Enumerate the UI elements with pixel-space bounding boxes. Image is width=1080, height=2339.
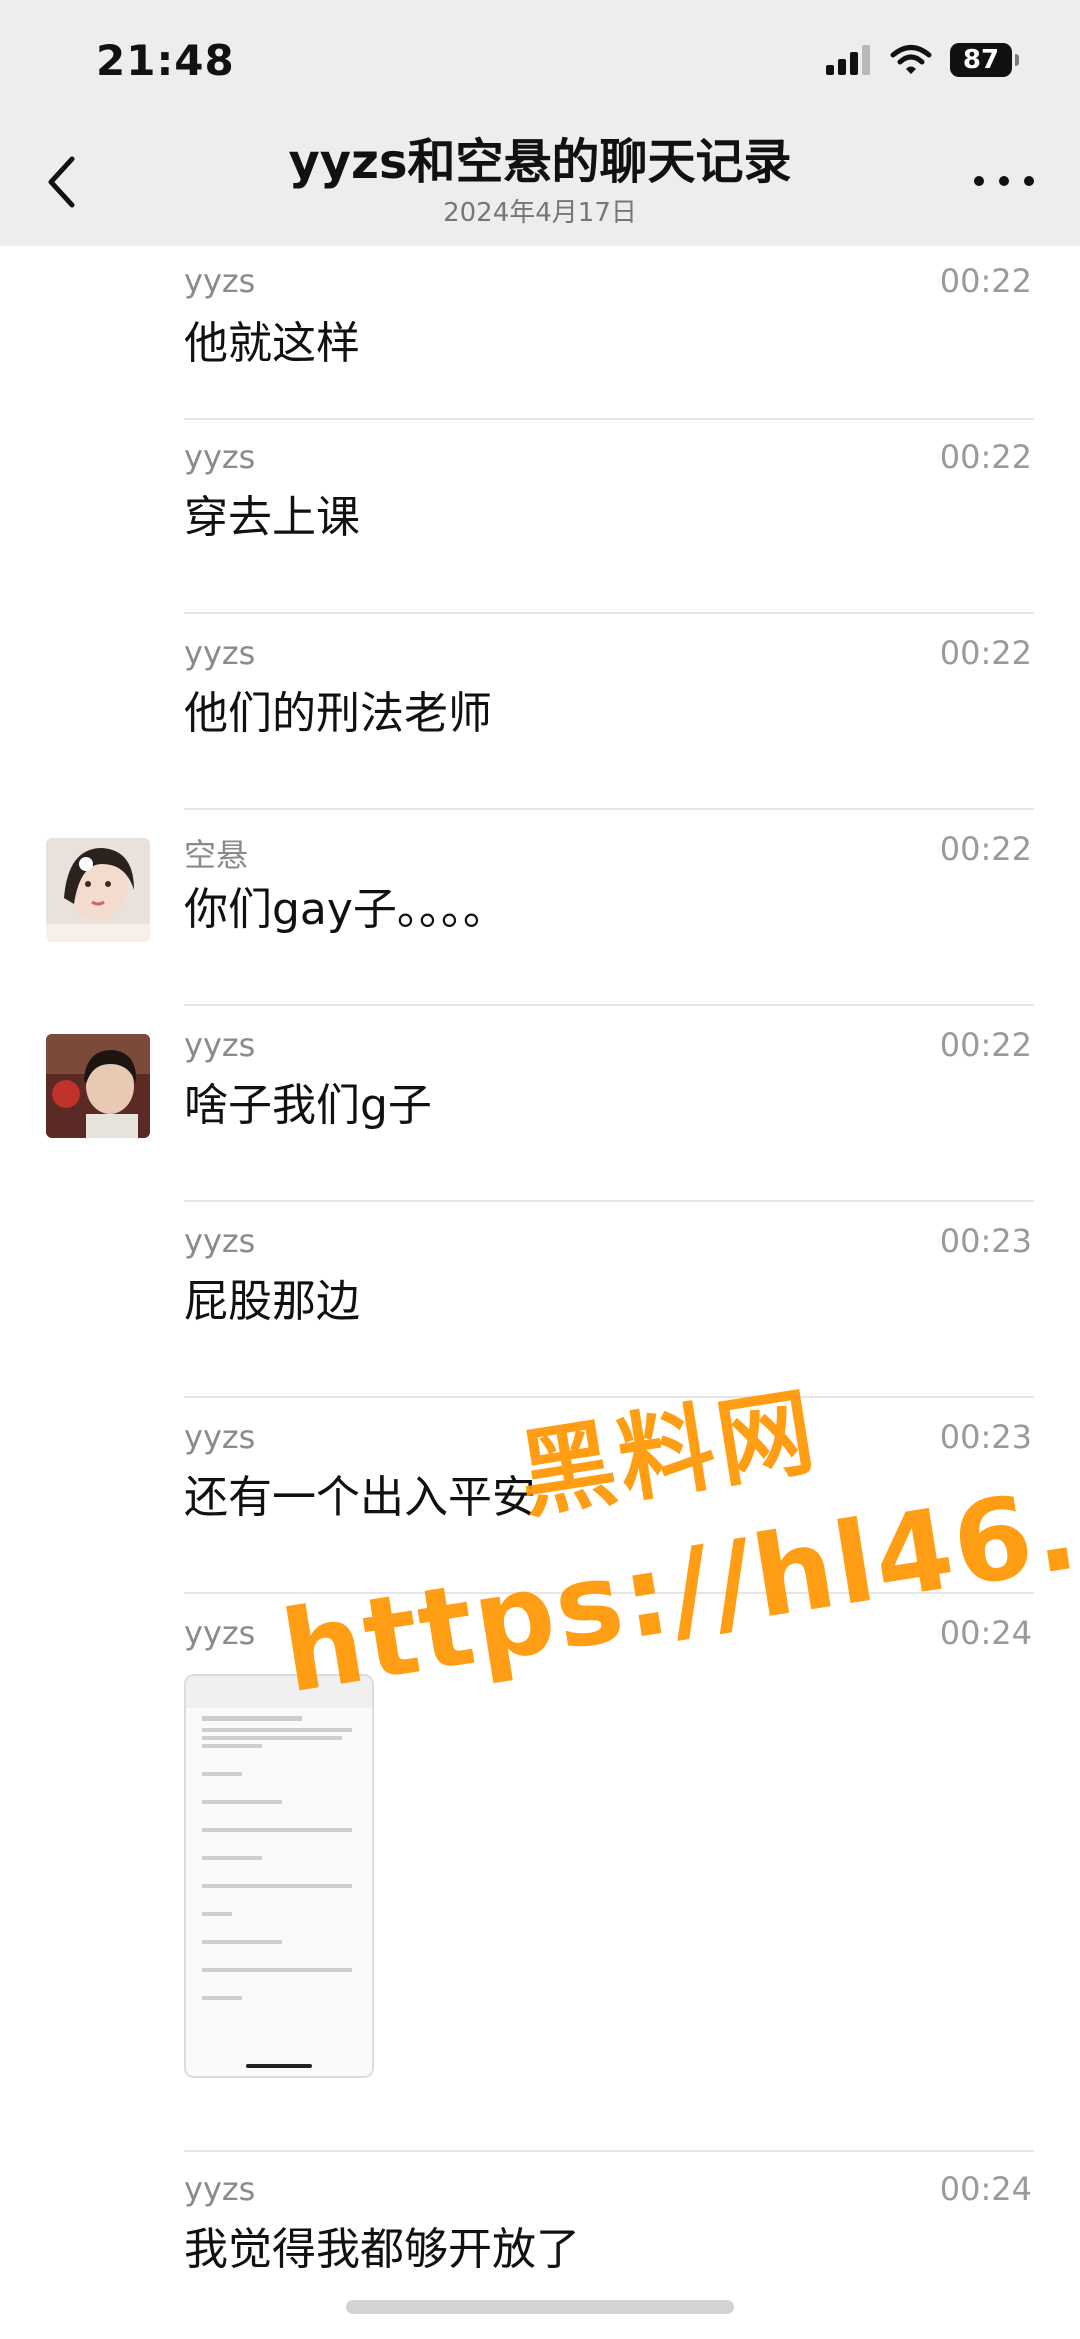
message-sender: yyzs [184, 1222, 256, 1260]
battery-icon: 87 [950, 43, 1019, 77]
dot-icon [1024, 176, 1034, 186]
message-sender: yyzs [184, 438, 256, 476]
message-time: 00:23 [939, 1418, 1032, 1456]
message-sender: yyzs [184, 262, 256, 300]
message-time: 00:22 [939, 830, 1032, 868]
message-text: 穿去上课 [184, 492, 360, 543]
message-sender: yyzs [184, 634, 256, 672]
avatar-photo-icon [46, 1034, 150, 1138]
title-area: yyzs和空悬的聊天记录 2024年4月17日 [0, 132, 1080, 230]
wifi-icon [890, 45, 932, 74]
message-text: 他就这样 [184, 318, 360, 369]
avatar[interactable] [46, 1034, 150, 1138]
chat-history-screen: 21:48 87 yyzs和空悬的聊天记录 2024年4月17日 yyzs 00… [0, 0, 1080, 2339]
message-sender: 空悬 [184, 836, 249, 874]
page-subtitle: 2024年4月17日 [443, 198, 637, 228]
screenshot-image [186, 1676, 372, 2076]
message-text: 啥子我们g子 [184, 1080, 432, 1131]
message-item[interactable]: yyzs 00:22 啥子我们g子 [0, 1006, 1080, 1202]
dot-icon [999, 176, 1009, 186]
status-icons: 87 [826, 40, 1019, 80]
message-time: 00:22 [939, 634, 1032, 672]
message-item[interactable]: yyzs 00:22 穿去上课 [0, 418, 1080, 614]
home-indicator[interactable] [346, 2300, 734, 2314]
dot-icon [974, 176, 984, 186]
message-sender: yyzs [184, 2170, 256, 2208]
message-item[interactable]: yyzs 00:22 他就这样 [0, 246, 1080, 442]
message-item[interactable]: yyzs 00:22 他们的刑法老师 [0, 614, 1080, 810]
message-time: 00:24 [939, 1614, 1032, 1652]
message-text: 你们gay子。。。。 [184, 884, 507, 935]
message-time: 00:22 [939, 1026, 1032, 1064]
message-item[interactable]: 空悬 00:22 你们gay子。。。。 [0, 810, 1080, 1006]
message-time: 00:22 [939, 438, 1032, 476]
message-text: 我觉得我都够开放了 [184, 2224, 580, 2275]
message-text: 屁股那边 [184, 1276, 360, 1327]
image-thumbnail[interactable] [184, 1674, 374, 2078]
message-sender: yyzs [184, 1026, 256, 1064]
message-item[interactable]: yyzs 00:23 屁股那边 [0, 1202, 1080, 1398]
page-title: yyzs和空悬的聊天记录 [288, 134, 792, 190]
message-text: 还有一个出入平安 [184, 1472, 536, 1523]
avatar[interactable] [46, 838, 150, 942]
avatar-photo-icon [46, 838, 150, 942]
status-time: 21:48 [96, 36, 235, 85]
message-sender: yyzs [184, 1614, 256, 1652]
message-time: 00:24 [939, 2170, 1032, 2208]
message-text: 他们的刑法老师 [184, 688, 492, 739]
cellular-signal-icon [826, 45, 870, 75]
message-time: 00:23 [939, 1222, 1032, 1260]
top-bar: 21:48 87 yyzs和空悬的聊天记录 2024年4月17日 [0, 0, 1080, 246]
message-time: 00:22 [939, 262, 1032, 300]
battery-level: 87 [962, 45, 1000, 75]
message-sender: yyzs [184, 1418, 256, 1456]
more-options-button[interactable] [974, 166, 1034, 196]
